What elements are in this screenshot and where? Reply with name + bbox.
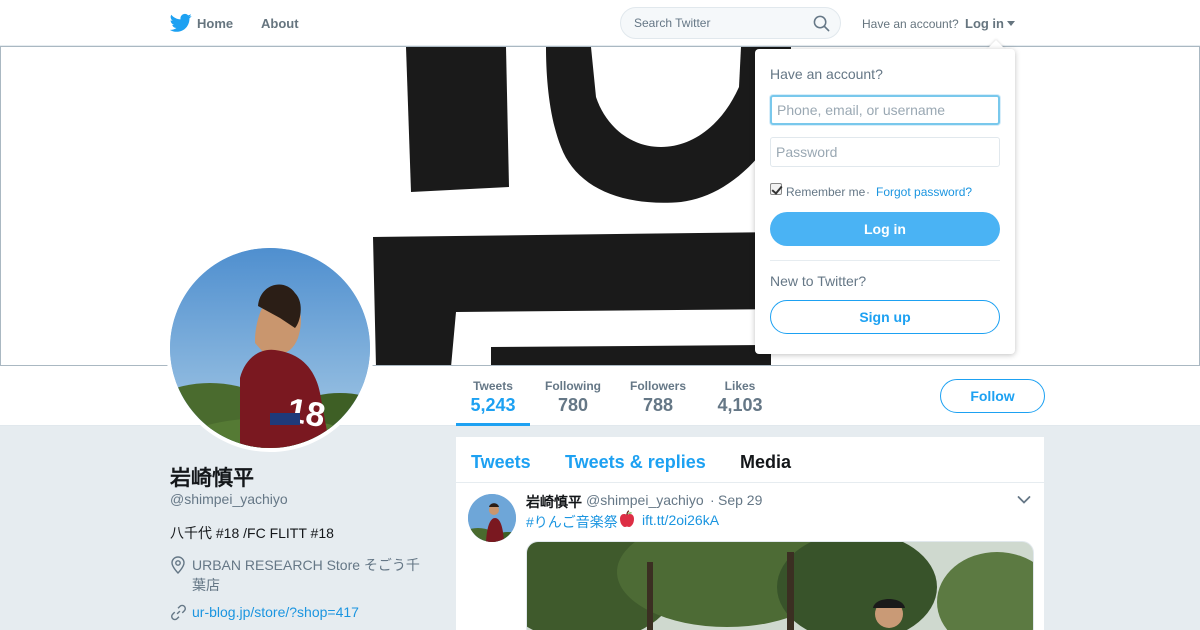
tab-media[interactable]: Media <box>740 452 791 473</box>
profile-name: 岩崎慎平 <box>170 467 254 490</box>
tab-tweets-and-replies[interactable]: Tweets & replies <box>565 452 706 473</box>
stat-label: Tweets <box>473 379 513 393</box>
login-button[interactable]: Log in <box>770 212 1000 246</box>
login-dropdown: Have an account? Remember me · Forgot pa… <box>755 49 1015 354</box>
stat-following[interactable]: Following 780 <box>538 366 608 426</box>
dropdown-title: Have an account? <box>770 66 883 82</box>
tweet-avatar[interactable] <box>468 494 516 542</box>
stat-tweets[interactable]: Tweets 5,243 <box>456 366 530 426</box>
twitter-bird-icon[interactable] <box>170 13 192 33</box>
username-input[interactable] <box>770 95 1000 125</box>
stat-followers[interactable]: Followers 788 <box>624 366 692 426</box>
avatar[interactable]: 18 <box>166 244 374 452</box>
tweet-hashtag[interactable]: #りんご音楽祭 <box>526 512 618 532</box>
login-dropdown-toggle[interactable]: Log in <box>965 16 1004 31</box>
link-icon <box>171 604 186 621</box>
forgot-password-link[interactable]: Forgot password? <box>876 185 972 199</box>
search-input[interactable]: Search Twitter <box>634 16 710 30</box>
red-apple-icon <box>620 510 634 527</box>
remember-me-label[interactable]: Remember me <box>786 185 865 199</box>
dropdown-arrow <box>987 40 1005 49</box>
tweet-author-name[interactable]: 岩崎慎平 <box>526 492 582 512</box>
timeline: Tweets Tweets & replies Media 岩崎慎平 @shim… <box>456 437 1044 630</box>
stat-label: Followers <box>629 379 686 393</box>
profile-bio: 八千代 #18 /FC FLITT #18 <box>170 525 334 541</box>
timeline-tabs: Tweets Tweets & replies Media <box>456 437 1044 483</box>
divider <box>770 260 1000 261</box>
stat-label: Likes <box>724 379 756 393</box>
signup-button[interactable]: Sign up <box>770 300 1000 334</box>
tweet-separator: · <box>710 492 715 508</box>
nav-about-link[interactable]: About <box>261 16 299 31</box>
password-input[interactable] <box>770 137 1000 167</box>
profile-url-link[interactable]: ur-blog.jp/store/?shop=417 <box>192 604 359 620</box>
tweet-avatar-photo <box>468 494 516 542</box>
remember-me-checkbox[interactable] <box>770 183 782 195</box>
have-account-text: Have an account? <box>862 17 959 31</box>
stat-value: 780 <box>557 395 589 415</box>
tab-tweets[interactable]: Tweets <box>471 452 531 473</box>
new-to-twitter-text: New to Twitter? <box>770 273 867 289</box>
dropdown-separator: · <box>866 185 870 199</box>
chevron-down-icon[interactable] <box>1007 21 1015 26</box>
profile-location: URBAN RESEARCH Store そごう千葉店 <box>192 557 420 593</box>
location-pin-icon <box>171 556 185 574</box>
chevron-down-icon[interactable] <box>1017 495 1031 505</box>
top-nav: Home About Search Twitter Have an accoun… <box>0 0 1200 46</box>
profile-handle[interactable]: @shimpei_yachiyo <box>170 491 288 507</box>
nav-home-link[interactable]: Home <box>197 16 233 31</box>
tweet-photo-image <box>527 542 1033 630</box>
stat-likes[interactable]: Likes 4,103 <box>712 366 768 426</box>
stat-value: 788 <box>642 395 674 415</box>
tweet-author-handle[interactable]: @shimpei_yachiyo <box>586 492 704 508</box>
stat-label: Following <box>545 379 601 393</box>
tweet-photo[interactable] <box>526 541 1034 630</box>
stat-value: 5,243 <box>470 395 516 415</box>
avatar-photo: 18 <box>170 248 370 448</box>
tweet-link[interactable]: ift.tt/2oi26kA <box>642 512 719 528</box>
tweet-date[interactable]: Sep 29 <box>718 492 762 508</box>
follow-button[interactable]: Follow <box>940 379 1045 413</box>
stat-value: 4,103 <box>717 395 763 415</box>
search-icon[interactable] <box>813 15 830 32</box>
search-box[interactable]: Search Twitter <box>620 7 841 39</box>
